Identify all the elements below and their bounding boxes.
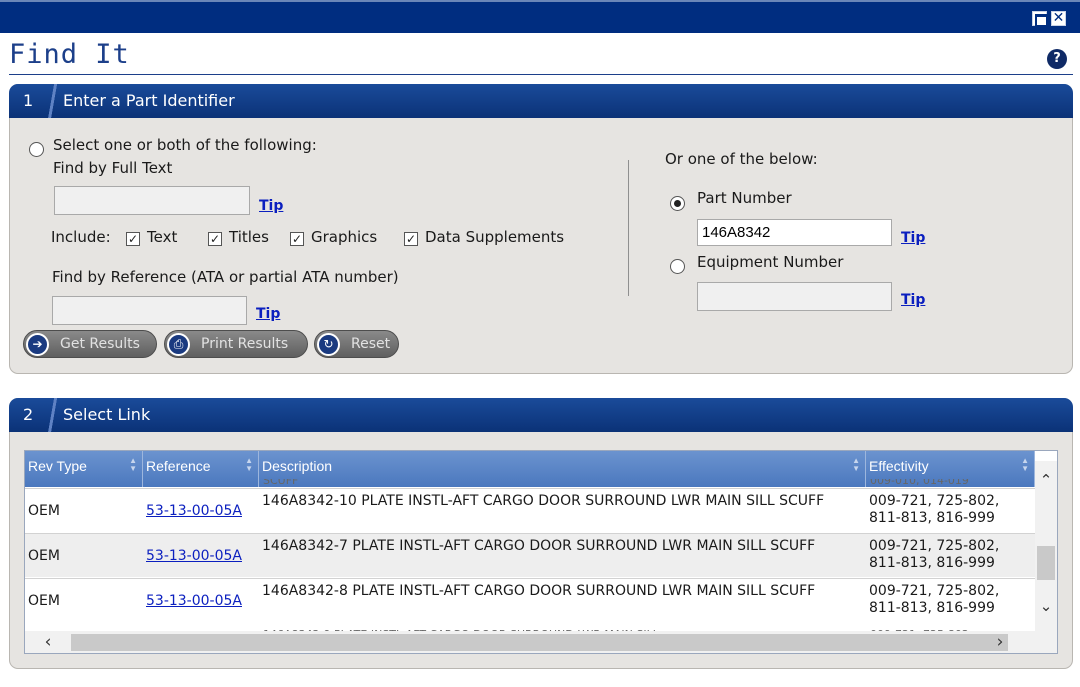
full-text-tip-link[interactable]: Tip	[259, 198, 283, 214]
help-icon[interactable]: ?	[1047, 49, 1067, 69]
get-results-button[interactable]: ➔ Get Results	[23, 330, 157, 358]
include-text-label: Text	[147, 228, 178, 246]
equipment-number-tip-link[interactable]: Tip	[901, 292, 925, 308]
reference-input[interactable]	[52, 296, 247, 325]
step2-title: Select Link	[63, 405, 151, 424]
table-row[interactable]: OEM 53-13-00-05A 146A8342-10 PLATE INSTL…	[25, 488, 1035, 532]
page-title: Find It	[9, 39, 130, 70]
include-titles-checkbox[interactable]: ✓	[208, 232, 222, 246]
equipment-number-input[interactable]	[697, 282, 892, 311]
reference-cell: 53-13-00-05A	[143, 489, 259, 533]
partial-row-top-description: SCUFF	[263, 479, 299, 487]
description-cell: 146A8342-7 PLATE INSTL-AFT CARGO DOOR SU…	[262, 538, 816, 554]
equipment-number-label: Equipment Number	[697, 253, 844, 271]
col-description[interactable]: Description ▲ ▼	[259, 451, 866, 487]
part-number-radio[interactable]	[670, 196, 685, 211]
part-number-input[interactable]	[697, 219, 892, 246]
arrow-right-icon: ➔	[26, 333, 49, 356]
equipment-number-radio[interactable]	[670, 259, 685, 274]
print-results-label: Print Results	[201, 336, 289, 352]
full-text-label: Find by Full Text	[53, 159, 173, 177]
include-titles-label: Titles	[229, 228, 269, 246]
step1-title: Enter a Part Identifier	[63, 91, 235, 110]
printer-icon: ⎙	[167, 333, 190, 356]
include-label: Include:	[51, 228, 111, 246]
description-cell: 146A8342-10 PLATE INSTL-AFT CARGO DOOR S…	[262, 493, 825, 509]
effectivity-cell: 009-721, 725-802, 811-813, 816-999	[869, 583, 1000, 616]
get-results-label: Get Results	[60, 336, 140, 352]
sort-icon[interactable]: ▲ ▼	[1021, 457, 1029, 473]
maximize-icon[interactable]	[1032, 11, 1048, 27]
step2-number: 2	[23, 405, 34, 424]
scroll-up-icon[interactable]: ⌃	[1035, 471, 1057, 489]
print-results-button[interactable]: ⎙ Print Results	[164, 330, 308, 358]
close-icon[interactable]: ✕	[1051, 11, 1066, 26]
include-data-supplements-checkbox[interactable]: ✓	[404, 232, 418, 246]
partial-row-bottom-effectivity: 009-721, 725-802	[870, 624, 969, 631]
sort-icon[interactable]: ▲ ▼	[245, 457, 253, 473]
include-text-checkbox[interactable]: ✓	[126, 232, 140, 246]
reference-cell: 53-13-00-05A	[143, 534, 259, 578]
sort-icon[interactable]: ▲ ▼	[129, 457, 137, 473]
scroll-down-icon[interactable]: ⌄	[1035, 597, 1057, 615]
sort-icon[interactable]: ▲ ▼	[852, 457, 860, 473]
col-rev-type[interactable]: Rev Type ▲ ▼	[25, 451, 143, 487]
step1-header: 1 Enter a Part Identifier	[9, 84, 1073, 118]
step-separator	[46, 398, 60, 432]
col-description-label: Description	[262, 458, 333, 474]
title-divider	[9, 74, 1073, 75]
reference-cell: 53-13-00-05A	[143, 579, 259, 623]
reference-link[interactable]: 53-13-00-05A	[146, 503, 242, 520]
effectivity-cell: 009-721, 725-802, 811-813, 816-999	[869, 538, 1000, 571]
rev-type-cell: OEM	[28, 592, 60, 609]
col-reference[interactable]: Reference ▲ ▼	[143, 451, 259, 487]
reference-link[interactable]: 53-13-00-05A	[146, 548, 242, 565]
horizontal-scrollbar[interactable]: ‹ ›	[25, 631, 1057, 653]
include-graphics-checkbox[interactable]: ✓	[290, 232, 304, 246]
table-row[interactable]: OEM 53-13-00-05A 146A8342-7 PLATE INSTL-…	[25, 533, 1035, 577]
refresh-icon: ↻	[317, 333, 340, 356]
rev-type-cell: OEM	[28, 502, 60, 519]
reset-label: Reset	[351, 336, 391, 352]
reset-button[interactable]: ↻ Reset	[314, 330, 399, 358]
col-rev-type-label: Rev Type	[28, 458, 87, 474]
reference-tip-link[interactable]: Tip	[256, 306, 280, 322]
select-label: Select one or both of the following:	[53, 136, 317, 154]
horizontal-scroll-thumb[interactable]	[71, 634, 1008, 651]
scroll-left-icon[interactable]: ‹	[33, 631, 63, 653]
col-reference-label: Reference	[146, 458, 211, 474]
full-text-input[interactable]	[54, 186, 250, 215]
reference-label: Find by Reference (ATA or partial ATA nu…	[52, 268, 399, 286]
reference-link[interactable]: 53-13-00-05A	[146, 593, 242, 610]
part-number-label: Part Number	[697, 189, 792, 207]
description-cell: 146A8342-8 PLATE INSTL-AFT CARGO DOOR SU…	[262, 583, 816, 599]
part-number-tip-link[interactable]: Tip	[901, 230, 925, 246]
effectivity-cell: 009-721, 725-802, 811-813, 816-999	[869, 493, 1000, 526]
partial-row-bottom-description: 146A8342-9 PLATE INSTL-AFT CARGO DOOR SU…	[263, 624, 659, 631]
column-divider	[628, 160, 629, 296]
rev-type-cell: OEM	[28, 547, 60, 564]
table-row[interactable]: OEM 53-13-00-05A 146A8342-8 PLATE INSTL-…	[25, 578, 1035, 622]
or-label: Or one of the below:	[665, 150, 818, 168]
step1-number: 1	[23, 91, 34, 110]
vertical-scrollbar[interactable]: ⌃ ⌄	[1035, 461, 1057, 631]
include-data-supplements-label: Data Supplements	[425, 228, 565, 246]
include-graphics-label: Graphics	[311, 228, 378, 246]
step-separator	[46, 84, 60, 118]
vertical-scroll-thumb[interactable]	[1037, 546, 1055, 580]
select-full-text-radio[interactable]	[29, 142, 44, 157]
window-title-bar: ✕	[0, 0, 1080, 33]
results-grid: Rev Type ▲ ▼ Reference ▲ ▼ Description ▲ ▼ …	[24, 450, 1058, 654]
col-effectivity-label: Effectivity	[869, 458, 929, 474]
step2-header: 2 Select Link	[9, 398, 1073, 432]
scroll-right-icon[interactable]: ›	[985, 631, 1015, 653]
partial-row-top-effectivity: 009-010, 014-019	[870, 479, 969, 487]
